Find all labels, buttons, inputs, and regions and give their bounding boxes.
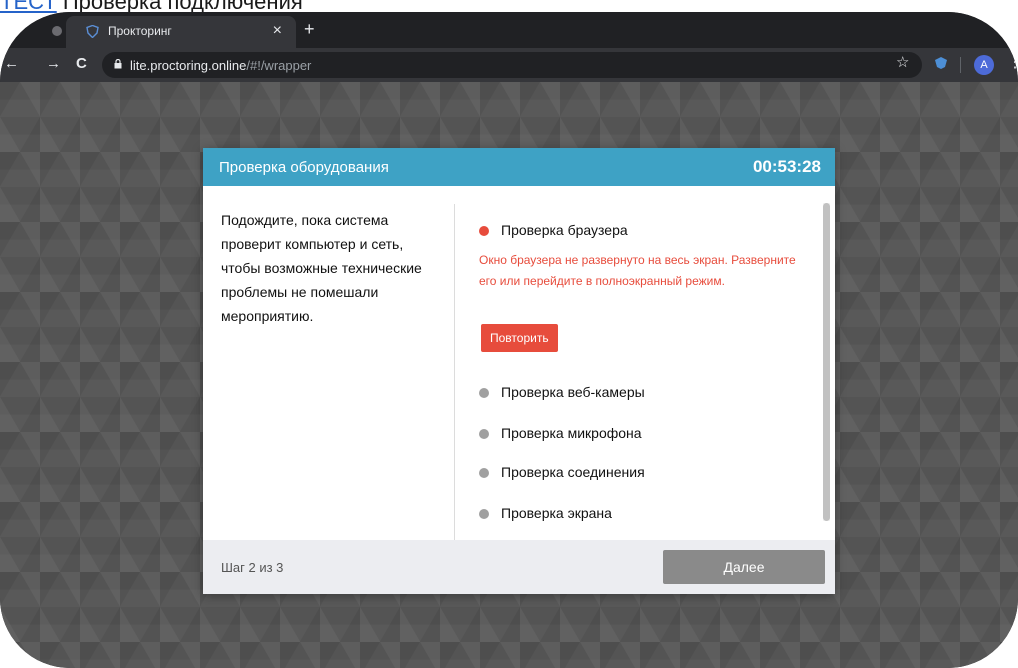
browser-menu-icon[interactable]: ⋮ xyxy=(1007,54,1018,72)
check-label: Проверка соединения xyxy=(501,464,645,480)
dialog-footer: Шаг 2 из 3 Далее xyxy=(203,540,835,594)
url-path: /#!/wrapper xyxy=(246,58,312,73)
status-dot-icon xyxy=(479,509,489,519)
next-button[interactable]: Далее xyxy=(663,550,825,584)
tab-title: Прокторинг xyxy=(108,24,172,38)
scrollbar-thumb[interactable] xyxy=(823,203,830,521)
forward-icon[interactable]: → xyxy=(46,55,61,73)
dialog-header: Проверка оборудования 00:53:28 xyxy=(203,148,835,186)
new-tab-icon[interactable]: + xyxy=(304,20,315,38)
profile-avatar[interactable]: A xyxy=(974,55,994,75)
retry-button[interactable]: Повторить xyxy=(481,324,558,352)
intro-text: Подождите, пока система проверит компьют… xyxy=(221,212,422,324)
check-label: Проверка микрофона xyxy=(501,425,642,441)
extension-icon[interactable] xyxy=(934,56,948,70)
step-indicator: Шаг 2 из 3 xyxy=(221,560,284,575)
check-label: Проверка веб-камеры xyxy=(501,384,645,400)
reload-icon[interactable]: C xyxy=(76,55,87,73)
back-icon[interactable]: ← xyxy=(4,55,19,73)
tab-bar: Прокторинг × + xyxy=(0,12,1018,48)
status-dot-icon xyxy=(479,388,489,398)
shield-icon xyxy=(86,25,99,38)
status-dot-icon xyxy=(479,226,489,236)
toolbar-divider xyxy=(960,57,961,73)
url-text: lite.proctoring.online/#!/wrapper xyxy=(130,58,311,73)
equipment-check-dialog: Проверка оборудования 00:53:28 Подождите… xyxy=(203,148,835,594)
countdown-timer: 00:53:28 xyxy=(752,157,821,176)
browser-toolbar: ← → C lite.proctoring.online/#!/wrapper … xyxy=(0,48,1018,82)
close-tab-icon[interactable]: × xyxy=(273,22,282,40)
dialog-title: Проверка оборудования xyxy=(219,159,389,176)
dialog-scrollbar[interactable] xyxy=(823,203,830,521)
bookmark-star-icon[interactable]: ☆ xyxy=(896,54,909,72)
column-divider xyxy=(454,204,455,540)
address-bar[interactable]: lite.proctoring.online/#!/wrapper xyxy=(102,52,922,78)
status-dot-icon xyxy=(479,468,489,478)
status-dot-icon xyxy=(479,429,489,439)
window-control-dot[interactable] xyxy=(52,26,62,36)
check-label: Проверка экрана xyxy=(501,505,612,521)
browser-check-error: Окно браузера не развернуто на весь экра… xyxy=(479,253,796,288)
lock-icon xyxy=(114,59,122,69)
check-label: Проверка браузера xyxy=(501,222,628,238)
browser-tab[interactable]: Прокторинг × xyxy=(66,16,296,48)
url-host: lite.proctoring.online xyxy=(130,58,247,73)
